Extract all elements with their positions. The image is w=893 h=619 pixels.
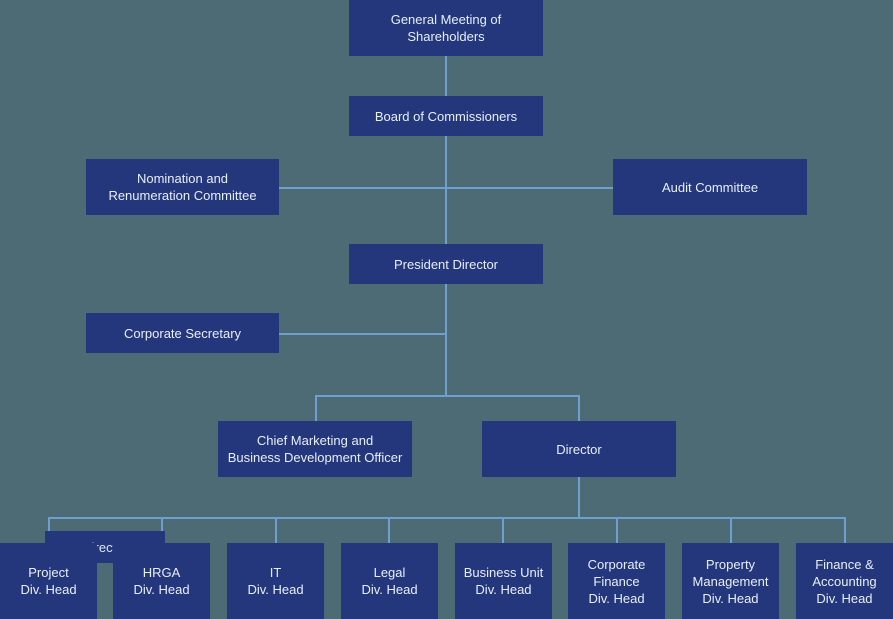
connector-drop-director [578,395,580,421]
node-board-of-commissioners[interactable]: Board of Commissioners [349,96,543,136]
connector-drop-division-6 [616,517,618,543]
node-division-finance-accounting[interactable]: Finance & Accounting Div. Head [796,543,893,619]
connector-committee-bus [278,187,614,189]
connector-boc-trunk [445,136,447,244]
connector-director-to-bus [578,477,580,519]
connector-corporate-secretary [279,333,446,335]
connector-drop-division-8 [844,517,846,543]
node-director[interactable]: Director [482,421,676,477]
node-division-project[interactable]: Project Div. Head [0,543,97,619]
node-president-director[interactable]: President Director [349,244,543,284]
node-general-meeting-of-shareholders[interactable]: General Meeting of Shareholders [349,0,543,56]
node-chief-marketing-and-business-development-officer[interactable]: Chief Marketing and Business Development… [218,421,412,477]
connector-presdir-trunk [445,284,447,396]
connector-gms-to-boc [445,56,447,96]
connector-division-bus [48,517,846,519]
connector-drop-division-7 [730,517,732,543]
node-division-hrga[interactable]: HRGA Div. Head [113,543,210,619]
node-division-business-unit[interactable]: Business Unit Div. Head [455,543,552,619]
org-chart: General Meeting of Shareholders Board of… [0,0,893,619]
node-corporate-secretary[interactable]: Corporate Secretary [86,313,279,353]
node-division-property-management[interactable]: Property Management Div. Head [682,543,779,619]
node-division-it[interactable]: IT Div. Head [227,543,324,619]
connector-drop-cmo [315,395,317,421]
connector-exec-bus [315,395,580,397]
node-nomination-and-renumeration-committee[interactable]: Nomination and Renumeration Committee [86,159,279,215]
connector-drop-division-4 [388,517,390,543]
connector-drop-division-5 [502,517,504,543]
node-audit-committee[interactable]: Audit Committee [613,159,807,215]
connector-drop-division-3 [275,517,277,543]
node-division-legal[interactable]: Legal Div. Head [341,543,438,619]
node-division-corporate-finance[interactable]: Corporate Finance Div. Head [568,543,665,619]
